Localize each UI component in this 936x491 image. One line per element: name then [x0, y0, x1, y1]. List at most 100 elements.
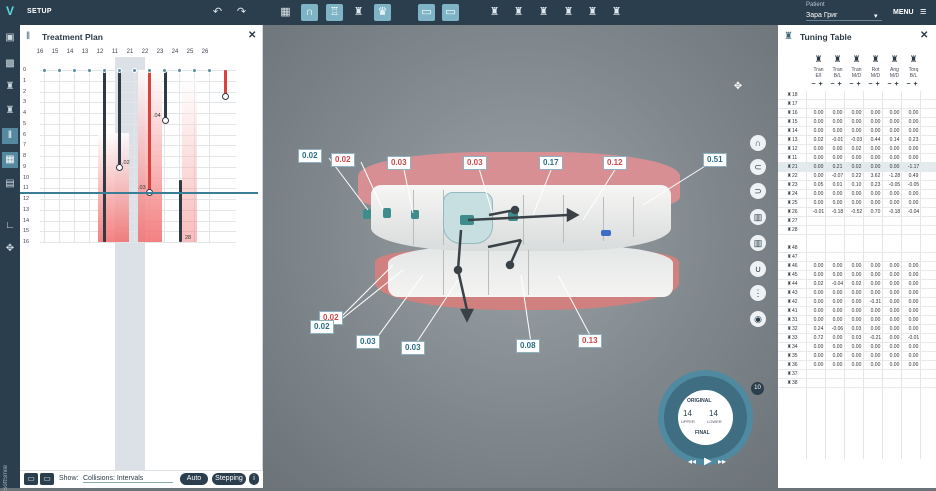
table-cell[interactable]: 0.00 [828, 298, 847, 307]
table-cell[interactable]: 0.00 [904, 145, 923, 154]
tooth-start-dot[interactable] [162, 68, 167, 73]
table-cell[interactable]: 0.00 [828, 199, 847, 208]
play-icon[interactable]: ▶ [704, 456, 712, 467]
segmentation-icon[interactable]: ▩ [2, 56, 18, 72]
table-cell[interactable]: -0.01 [809, 208, 828, 217]
table-row[interactable]: ♜ 41 0.00 0.00 0.00 0.00 0.00 0.00 [778, 307, 936, 316]
table-cell[interactable]: -0.03 [847, 136, 866, 145]
show-select[interactable]: Collisions: Intervals [83, 475, 173, 483]
table-cell[interactable]: 0.00 [885, 163, 904, 172]
table-cell[interactable]: 0.00 [847, 190, 866, 199]
tooth-start-dot[interactable] [57, 68, 62, 73]
table-cell[interactable]: 0.00 [828, 127, 847, 136]
tooth-start-dot[interactable] [87, 68, 92, 73]
settings-sliders-icon[interactable]: ⋮ [750, 285, 766, 301]
table-row[interactable]: ♜ 38 [778, 379, 936, 388]
table-cell[interactable]: 0.00 [885, 280, 904, 289]
table-row[interactable]: ♜ 18 [778, 91, 936, 100]
table-cell[interactable]: 0.00 [904, 127, 923, 136]
table-cell[interactable]: 0.00 [904, 118, 923, 127]
table-cell[interactable]: 0.03 [847, 334, 866, 343]
stage-knob[interactable] [162, 117, 169, 124]
table-cell[interactable]: 0.00 [904, 316, 923, 325]
tuning-table-icon[interactable]: ▦ [2, 152, 18, 168]
table-cell[interactable]: -0.07 [828, 172, 847, 181]
stage-knob[interactable] [222, 93, 229, 100]
table-cell[interactable]: -0.52 [847, 208, 866, 217]
table-cell[interactable]: 0.00 [809, 154, 828, 163]
table-row[interactable]: ♜ 34 0.00 0.00 0.00 0.00 0.00 0.00 [778, 343, 936, 352]
table-cell[interactable]: 0.00 [885, 127, 904, 136]
table-cell[interactable]: -0.21 [866, 334, 885, 343]
table-cell[interactable]: 0.44 [866, 136, 885, 145]
view-cube-icon[interactable]: ✥ [723, 79, 753, 99]
table-cell[interactable]: 0.00 [885, 352, 904, 361]
table-cell[interactable]: 0.00 [828, 262, 847, 271]
plan-grid[interactable]: .02 .03 .04 28 [40, 68, 236, 243]
tooth-stem[interactable] [118, 70, 121, 167]
arch-right-icon[interactable]: ⊃ [750, 183, 766, 199]
table-cell[interactable]: 0.00 [904, 262, 923, 271]
table-row[interactable]: ♜ 25 0.00 0.00 0.00 0.00 0.00 0.00 [778, 199, 936, 208]
table-cell[interactable]: 0.00 [866, 127, 885, 136]
table-cell[interactable]: 0.00 [866, 289, 885, 298]
table-row[interactable]: ♜ 28 [778, 226, 936, 235]
tooth-stem[interactable] [224, 70, 227, 95]
table-cell[interactable]: 0.00 [809, 172, 828, 181]
table-cell[interactable]: 0.00 [828, 289, 847, 298]
table-cell[interactable]: 0.00 [866, 325, 885, 334]
table-cell[interactable]: 0.00 [847, 154, 866, 163]
table-row[interactable]: ♜ 16 0.00 0.00 0.00 0.00 0.00 0.00 [778, 109, 936, 118]
table-row[interactable]: ♜ 17 [778, 100, 936, 109]
menu-button[interactable]: MENU [893, 9, 914, 16]
table-cell[interactable]: 0.00 [828, 307, 847, 316]
table-cell[interactable]: 0.00 [885, 109, 904, 118]
table-cell[interactable]: 0.00 [866, 361, 885, 370]
table-row[interactable]: ♜ 37 [778, 370, 936, 379]
table-cell[interactable]: 0.00 [866, 343, 885, 352]
table-cell[interactable]: 0.00 [904, 154, 923, 163]
table-cell[interactable]: 0.00 [904, 343, 923, 352]
table-row[interactable]: ♜ 15 0.00 0.00 0.00 0.00 0.00 0.00 [778, 118, 936, 127]
table-cell[interactable]: 0.00 [828, 109, 847, 118]
table-cell[interactable]: 0.00 [828, 145, 847, 154]
table-cell[interactable]: 0.00 [885, 271, 904, 280]
table-cell[interactable]: -0.01 [828, 136, 847, 145]
table-cell[interactable]: 0.00 [809, 190, 828, 199]
table-cell[interactable]: 0.00 [809, 307, 828, 316]
table-cell[interactable]: 0.10 [847, 181, 866, 190]
table-cell[interactable]: 0.00 [847, 352, 866, 361]
table-cell[interactable]: 0.00 [866, 352, 885, 361]
table-row[interactable]: ♜ 44 0.02 -0.04 0.02 0.00 0.00 0.00 [778, 280, 936, 289]
table-cell[interactable]: 0.00 [828, 271, 847, 280]
table-cell[interactable]: -0.05 [904, 181, 923, 190]
table-cell[interactable]: 0.00 [809, 289, 828, 298]
table-cell[interactable]: -0.06 [828, 325, 847, 334]
table-cell[interactable]: 0.03 [847, 325, 866, 334]
table-cell[interactable]: 0.00 [809, 352, 828, 361]
table-cell[interactable]: 0.00 [866, 109, 885, 118]
table-row[interactable]: ♜ 42 0.00 0.00 0.00 -0.31 0.00 0.00 [778, 298, 936, 307]
table-cell[interactable]: -0.18 [828, 208, 847, 217]
lower-jaw-icon[interactable]: ▭ [442, 4, 459, 21]
table-cell[interactable]: 0.24 [809, 325, 828, 334]
table-cell[interactable]: 0.00 [885, 298, 904, 307]
table-cell[interactable]: 0.00 [809, 199, 828, 208]
tooth-tool-2-icon[interactable]: ♜ [510, 4, 527, 21]
column-header[interactable]: 25 [184, 49, 196, 55]
column-header[interactable]: 21 [124, 49, 136, 55]
table-cell[interactable]: 0.00 [866, 271, 885, 280]
tooth-start-dot[interactable] [132, 68, 137, 73]
table-cell[interactable]: 0.00 [847, 262, 866, 271]
table-cell[interactable]: 0.00 [809, 316, 828, 325]
table-cell[interactable]: -1.17 [904, 163, 923, 172]
table-row[interactable]: ♜ 21 0.00 0.21 0.02 0.00 0.00 -1.17 [778, 163, 936, 172]
table-row[interactable]: ♜ 27 [778, 217, 936, 226]
table-cell[interactable]: 0.00 [885, 325, 904, 334]
tooth-start-dot[interactable] [117, 68, 122, 73]
table-cell[interactable]: 0.00 [904, 190, 923, 199]
tooth-start-dot[interactable] [177, 68, 182, 73]
table-cell[interactable]: 0.00 [904, 325, 923, 334]
table-cell[interactable]: 0.00 [809, 163, 828, 172]
column-header[interactable]: 16 [34, 49, 46, 55]
